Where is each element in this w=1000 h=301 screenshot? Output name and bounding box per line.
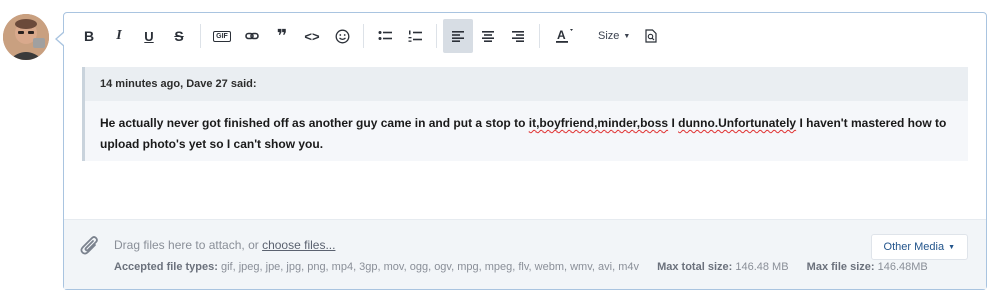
align-right-icon xyxy=(512,30,524,42)
link-icon xyxy=(245,32,259,40)
accepted-types-value: gif, jpeg, jpe, jpg, png, mp4, 3gp, mov,… xyxy=(220,261,639,273)
emoji-button[interactable] xyxy=(327,19,357,53)
underline-button[interactable]: U xyxy=(134,19,164,53)
post-editor: B I U S GIF ❞ <> A Size ▼ 14 minutes ago… xyxy=(55,12,987,290)
editor-toolbar: B I U S GIF ❞ <> A Size ▼ xyxy=(64,19,986,53)
choose-files-link[interactable]: choose files... xyxy=(262,238,335,252)
align-right-button[interactable] xyxy=(503,19,533,53)
align-left-button[interactable] xyxy=(443,19,473,53)
drag-files-text: Drag files here to attach, or choose fil… xyxy=(114,238,335,252)
align-left-icon xyxy=(452,30,464,42)
bold-icon: B xyxy=(83,28,95,44)
gif-icon: GIF xyxy=(213,30,231,42)
preview-icon xyxy=(645,29,657,43)
code-icon: <> xyxy=(304,28,320,44)
max-file-size-label: Max file size: xyxy=(806,261,875,273)
strikethrough-icon: S xyxy=(174,28,184,44)
emoji-icon xyxy=(335,29,349,43)
quote-block[interactable]: 14 minutes ago, Dave 27 said: He actuall… xyxy=(82,67,968,161)
accepted-types-label: Accepted file types: xyxy=(114,261,218,273)
quote-icon: ❞ xyxy=(276,26,288,46)
strikethrough-button[interactable]: S xyxy=(164,19,194,53)
quote-button[interactable]: ❞ xyxy=(267,19,297,53)
align-center-button[interactable] xyxy=(473,19,503,53)
other-media-button[interactable]: Other Media ▼ xyxy=(870,234,968,260)
other-media-label: Other Media xyxy=(883,241,945,253)
quote-header: 14 minutes ago, Dave 27 said: xyxy=(85,67,968,101)
quote-body: He actually never got finished off as an… xyxy=(85,101,968,155)
paperclip-icon xyxy=(80,236,98,255)
align-center-icon xyxy=(482,30,494,42)
quote-text: I xyxy=(668,116,679,130)
quote-text: He actually never got finished off as an… xyxy=(100,116,529,130)
bold-button[interactable]: B xyxy=(74,19,104,53)
font-size-label: Size xyxy=(598,30,620,42)
underline-icon: U xyxy=(144,28,154,44)
chevron-down-icon: ▼ xyxy=(623,32,631,40)
misspelled-word[interactable]: dunno.Unfortunately xyxy=(678,116,796,130)
max-total-size-label: Max total size: xyxy=(657,261,733,273)
italic-button[interactable]: I xyxy=(104,19,134,53)
toolbar-divider xyxy=(200,24,201,48)
max-total-size-value: 146.48 MB xyxy=(735,261,789,273)
file-types-info: Accepted file types: gif, jpeg, jpe, jpg… xyxy=(114,261,928,273)
numbered-list-icon xyxy=(408,30,422,42)
max-file-size-value: 146.48MB xyxy=(877,261,928,273)
caret-down-icon: ▼ xyxy=(948,243,955,251)
bullet-list-icon xyxy=(378,31,392,40)
toolbar-divider xyxy=(363,24,364,48)
text-color-icon: A xyxy=(556,28,573,43)
bullet-list-button[interactable] xyxy=(370,19,400,53)
gif-button[interactable]: GIF xyxy=(207,19,237,53)
user-avatar[interactable] xyxy=(3,14,49,60)
avatar-image xyxy=(3,14,49,60)
toolbar-divider xyxy=(436,24,437,48)
numbered-list-button[interactable] xyxy=(400,19,430,53)
attachment-area[interactable]: Drag files here to attach, or choose fil… xyxy=(64,219,986,289)
code-button[interactable]: <> xyxy=(297,19,327,53)
drag-files-label: Drag files here to attach, or xyxy=(114,238,263,252)
preview-button[interactable] xyxy=(636,19,666,53)
text-color-button[interactable]: A xyxy=(546,19,584,53)
svg-text:A: A xyxy=(557,28,566,42)
font-size-dropdown[interactable]: Size ▼ xyxy=(584,19,636,53)
toolbar-divider xyxy=(539,24,540,48)
link-button[interactable] xyxy=(237,19,267,53)
italic-icon: I xyxy=(116,28,122,43)
misspelled-word[interactable]: it,boyfriend,minder,boss xyxy=(529,116,668,130)
